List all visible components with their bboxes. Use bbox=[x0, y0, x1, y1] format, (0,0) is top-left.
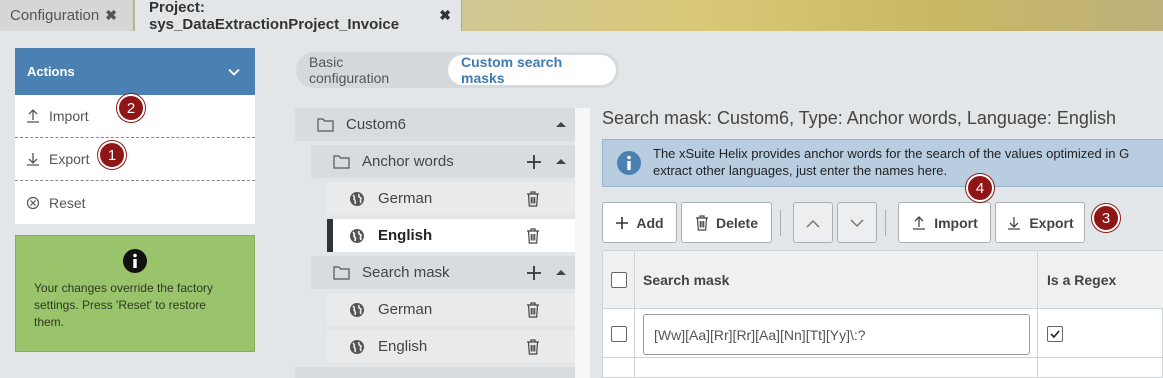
import-action-label: Import bbox=[49, 108, 89, 124]
folder-icon bbox=[317, 117, 334, 132]
export-button[interactable]: Export bbox=[995, 202, 1085, 243]
tree-node-label: Custom6 bbox=[346, 116, 407, 133]
trash-icon[interactable] bbox=[526, 301, 540, 318]
actions-panel: Actions Import 2 Export 1 Reset bbox=[15, 48, 255, 224]
collapse-icon[interactable] bbox=[556, 269, 566, 276]
table-row bbox=[603, 310, 1163, 358]
tab-label: Project: sys_DataExtractionProject_Invoi… bbox=[149, 0, 400, 33]
folder-icon bbox=[333, 265, 350, 280]
trash-icon bbox=[695, 214, 709, 231]
plus-icon bbox=[615, 216, 629, 230]
page-title: Search mask: Custom6, Type: Anchor words… bbox=[602, 108, 1116, 128]
tree-node-custom6[interactable]: Custom6 bbox=[295, 108, 575, 141]
upload-icon bbox=[911, 215, 927, 231]
export-action[interactable]: Export 1 bbox=[15, 138, 255, 181]
toolbar-divider bbox=[885, 210, 886, 236]
column-divider bbox=[634, 251, 635, 378]
tab-bar: Configuration ✖ Project: sys_DataExtract… bbox=[0, 0, 1163, 33]
close-icon[interactable]: ✖ bbox=[105, 7, 117, 24]
info-banner: The xSuite Helix provides anchor words f… bbox=[602, 139, 1163, 187]
reset-action-label: Reset bbox=[49, 194, 86, 211]
override-notice: Your changes override the factory settin… bbox=[15, 235, 255, 352]
tree-node-anchor-words[interactable]: Anchor words bbox=[311, 145, 575, 178]
folder-icon bbox=[333, 154, 350, 169]
tree-node-label: German bbox=[378, 190, 433, 207]
tab-custom-search-masks[interactable]: Custom search masks bbox=[448, 54, 616, 86]
tree-node-label: English bbox=[378, 338, 428, 355]
callout-badge: 4 bbox=[966, 174, 994, 202]
info-banner-line: The xSuite Helix provides anchor words f… bbox=[653, 146, 1130, 161]
download-icon bbox=[25, 151, 41, 167]
tab-basic-configuration[interactable]: Basic configuration bbox=[299, 54, 432, 86]
table-header: Search mask Is a Regex bbox=[603, 251, 1163, 309]
delete-button[interactable]: Delete bbox=[681, 202, 772, 243]
tree-node-german[interactable]: German bbox=[327, 182, 575, 215]
move-down-button[interactable] bbox=[837, 202, 877, 243]
tree-node-label: Search mask bbox=[362, 264, 450, 281]
tree-node-english[interactable]: English bbox=[327, 330, 575, 363]
trash-icon[interactable] bbox=[526, 227, 540, 244]
panel-splitter[interactable] bbox=[575, 108, 590, 378]
globe-icon bbox=[349, 228, 365, 244]
row-checkbox[interactable] bbox=[611, 326, 627, 342]
add-icon[interactable] bbox=[526, 154, 542, 170]
is-regex-checkbox[interactable] bbox=[1047, 326, 1063, 342]
search-mask-table: Search mask Is a Regex bbox=[602, 250, 1163, 378]
globe-icon bbox=[349, 302, 365, 318]
toolbar: Add Delete Import Export 4 3 bbox=[602, 174, 1162, 244]
close-icon[interactable]: ✖ bbox=[439, 7, 451, 24]
tree-node-german[interactable]: German bbox=[327, 293, 575, 326]
actions-title: Actions bbox=[27, 64, 75, 79]
download-icon bbox=[1006, 215, 1022, 231]
callout-badge: 3 bbox=[1092, 204, 1120, 232]
tab-label: Configuration bbox=[10, 7, 100, 24]
globe-icon bbox=[349, 339, 365, 355]
trash-icon[interactable] bbox=[526, 190, 540, 207]
info-banner-line: extract other languages, just enter the … bbox=[653, 163, 948, 178]
actions-header[interactable]: Actions bbox=[15, 48, 255, 95]
tab-configuration[interactable]: Configuration ✖ bbox=[0, 0, 134, 31]
tree-node-label: Anchor words bbox=[362, 153, 454, 170]
callout-badge: 1 bbox=[98, 141, 126, 169]
chevron-down-icon bbox=[850, 215, 864, 231]
collapse-icon[interactable] bbox=[556, 121, 566, 128]
tree-node-label: English bbox=[378, 227, 433, 244]
info-icon bbox=[616, 150, 642, 180]
delete-button-label: Delete bbox=[715, 214, 759, 231]
search-mask-tree: Custom6 Anchor words German English Sear… bbox=[295, 108, 575, 378]
import-action[interactable]: Import 2 bbox=[15, 94, 255, 138]
column-header-is-regex[interactable]: Is a Regex bbox=[1047, 272, 1116, 288]
reset-action[interactable]: Reset bbox=[15, 181, 255, 224]
tab-project[interactable]: Project: sys_DataExtractionProject_Invoi… bbox=[135, 0, 462, 33]
callout-badge: 2 bbox=[117, 94, 145, 122]
tree-node-english-selected[interactable]: English bbox=[327, 219, 575, 252]
trash-icon[interactable] bbox=[526, 338, 540, 355]
upload-icon bbox=[25, 108, 41, 124]
column-header-search-mask[interactable]: Search mask bbox=[643, 272, 729, 288]
globe-icon bbox=[349, 191, 365, 207]
mode-tabs: Basic configuration Custom search masks bbox=[296, 52, 619, 88]
reset-icon bbox=[25, 195, 41, 211]
import-button[interactable]: Import bbox=[898, 202, 991, 243]
tree-node-label: German bbox=[378, 301, 433, 318]
add-icon[interactable] bbox=[526, 265, 542, 281]
export-action-label: Export bbox=[49, 151, 90, 167]
add-button-label: Add bbox=[636, 214, 664, 231]
toolbar-divider bbox=[780, 210, 781, 236]
search-mask-input[interactable] bbox=[643, 314, 1030, 355]
search-mask-editor: Search mask: Custom6, Type: Anchor words… bbox=[590, 100, 1163, 378]
tree-node-partial bbox=[295, 367, 575, 378]
add-button[interactable]: Add bbox=[602, 202, 677, 243]
collapse-icon[interactable] bbox=[556, 158, 566, 165]
export-button-label: Export bbox=[1029, 214, 1074, 231]
tree-node-search-mask[interactable]: Search mask bbox=[311, 256, 575, 289]
chevron-up-icon bbox=[806, 215, 820, 231]
override-notice-text: Your changes override the factory settin… bbox=[34, 281, 213, 329]
select-all-checkbox[interactable] bbox=[611, 272, 627, 288]
column-divider bbox=[1037, 251, 1038, 378]
info-icon bbox=[34, 248, 236, 274]
chevron-down-icon bbox=[228, 68, 240, 76]
move-up-button[interactable] bbox=[793, 202, 833, 243]
import-button-label: Import bbox=[934, 214, 978, 231]
